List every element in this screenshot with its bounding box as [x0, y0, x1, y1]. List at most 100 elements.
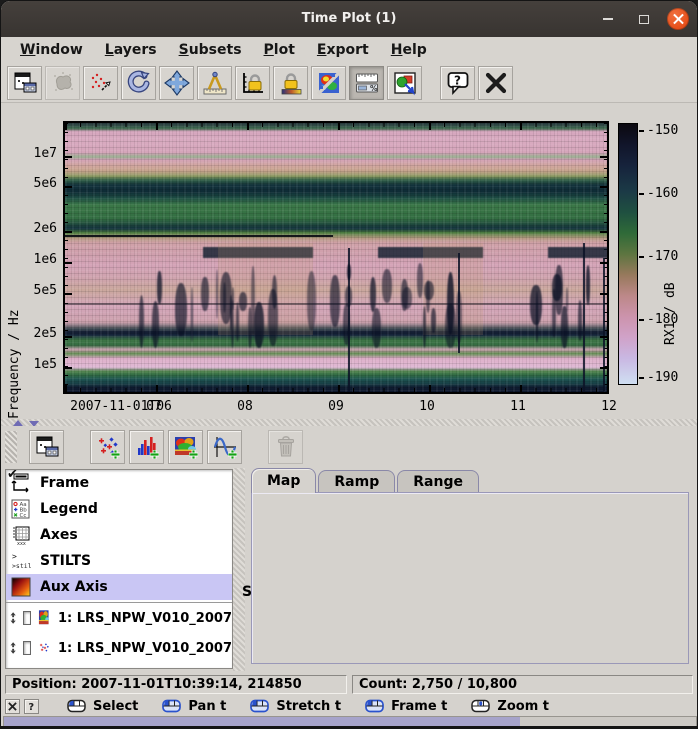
stack-item-label: Aux Axis [40, 579, 108, 595]
hint-label: Zoom t [497, 699, 549, 714]
layer-visible-checkbox[interactable] [23, 641, 31, 655]
menu-help[interactable]: Help [380, 39, 438, 61]
major-tick [520, 385, 522, 392]
measure-distance-button[interactable] [197, 66, 232, 100]
trash-icon [273, 434, 299, 460]
stack-item-frame[interactable]: Frame [6, 470, 232, 496]
plot-window-icon [12, 70, 38, 96]
aux-colormap-button[interactable] [311, 66, 346, 100]
tab-range[interactable]: Range [397, 470, 479, 493]
svg-text:xxx: xxx [17, 541, 26, 545]
major-tick [65, 262, 72, 264]
replot-icon [126, 70, 152, 96]
y-tick-label: 5e6 [11, 176, 57, 191]
lock-aux-range-button[interactable] [273, 66, 308, 100]
colorbar[interactable] [618, 123, 638, 385]
hint-select: Select [67, 699, 138, 714]
svg-text:?: ? [28, 702, 34, 712]
hint-zoom: Zoom t [471, 699, 549, 714]
progress-fill [4, 717, 520, 726]
close-x-icon [483, 70, 509, 96]
menu-export[interactable]: Export [306, 39, 380, 61]
pan-resize-button[interactable] [159, 66, 194, 100]
svg-text:?: ? [454, 73, 461, 87]
y-tick-label: 1e6 [11, 252, 57, 267]
svg-text:Cc: Cc [20, 513, 27, 519]
spectrogram-feature [239, 292, 247, 310]
spectrogram-feature [347, 264, 351, 280]
menu-subsets[interactable]: Subsets [168, 39, 253, 61]
title-bar[interactable]: Time Plot (1) [1, 1, 697, 37]
y-tick-label: 1e5 [11, 357, 57, 372]
reorder-arrows-icon[interactable] [10, 637, 16, 659]
close-button[interactable] [667, 8, 689, 30]
plot-pane: Frequency / Hz 1e7 5e6 2e6 1e6 5e5 2e5 1… [1, 104, 698, 419]
hint-label: Pan t [188, 699, 226, 714]
bottom-minor-ticks [65, 388, 607, 392]
svg-text:>stilts: >stilts [12, 562, 31, 570]
tab-map[interactable]: Map [251, 468, 316, 493]
mouse-left-button-icon [67, 699, 87, 713]
mouse-drag-icon [162, 699, 182, 713]
menu-window[interactable]: Window [9, 39, 94, 61]
x-tick-label: 07 [146, 399, 162, 414]
major-tick [429, 123, 431, 130]
tab-strip: Map Ramp Range [251, 470, 481, 493]
spectrogram-feature [431, 308, 436, 334]
major-tick [65, 156, 72, 158]
plot-window-icon [34, 434, 60, 460]
replot-button[interactable] [121, 66, 156, 100]
x-tick-label: 11 [510, 399, 526, 414]
add-histogram-layer-button[interactable] [129, 430, 164, 464]
measure-icon [202, 70, 228, 96]
hint-help-button[interactable]: ? [24, 699, 39, 714]
lock-axes-button[interactable] [235, 66, 270, 100]
spectrogram-feature [578, 300, 582, 341]
layer-visible-checkbox[interactable] [23, 611, 31, 625]
aux-colormap-icon [316, 70, 342, 96]
new-plot-window-button[interactable] [7, 66, 42, 100]
maximize-icon [639, 15, 649, 24]
spectrogram-feature [583, 243, 585, 394]
toolbar-drag-grip[interactable] [5, 431, 17, 463]
point-subset-button[interactable] [83, 66, 118, 100]
main-toolbar: % ? [1, 63, 697, 103]
plot-window-button[interactable] [29, 430, 64, 464]
menu-layers[interactable]: Layers [94, 39, 168, 61]
x-tick-label: 08 [237, 399, 253, 414]
help-button[interactable]: ? [440, 66, 475, 100]
major-tick [65, 336, 72, 338]
add-scatter-layer-button[interactable] [90, 430, 125, 464]
major-tick [65, 367, 72, 369]
mouse-drag-icon [250, 699, 270, 713]
tab-ramp[interactable]: Ramp [318, 470, 395, 493]
spectrogram-feature [254, 302, 264, 348]
plot-canvas[interactable] [63, 121, 609, 394]
stack-item-label: STILTS [40, 553, 91, 569]
menu-plot[interactable]: Plot [253, 39, 306, 61]
spectrogram-feature [157, 271, 161, 304]
add-spectrogram-icon [173, 434, 199, 460]
progress-bar [3, 716, 697, 727]
maximize-button[interactable] [633, 8, 655, 30]
axes-icon: xxx [11, 525, 31, 545]
add-function-layer-button[interactable] [207, 430, 242, 464]
export-plot-button[interactable] [387, 66, 422, 100]
spectrogram-feature [223, 282, 226, 313]
colorbar-tick-label: -150 [647, 123, 678, 138]
y-tick-label: 1e7 [11, 146, 57, 161]
reorder-arrows-icon[interactable] [10, 607, 16, 629]
minimize-button[interactable] [597, 8, 619, 30]
menu-bar: Window Layers Subsets Plot Export Help [1, 37, 697, 63]
progress-toggle-button[interactable]: % [349, 66, 384, 100]
add-spectrogram-layer-button[interactable] [168, 430, 203, 464]
dismiss-hints-button[interactable] [5, 699, 20, 714]
map-tab-content [251, 492, 689, 664]
close-window-button[interactable] [478, 66, 513, 100]
spectrogram-feature [586, 265, 590, 305]
horizontal-splitter[interactable] [1, 419, 697, 426]
colorbar-tick [639, 377, 644, 379]
major-tick [156, 385, 158, 392]
progress-toggle-icon: % [354, 70, 380, 96]
hint-label: Frame t [391, 699, 447, 714]
